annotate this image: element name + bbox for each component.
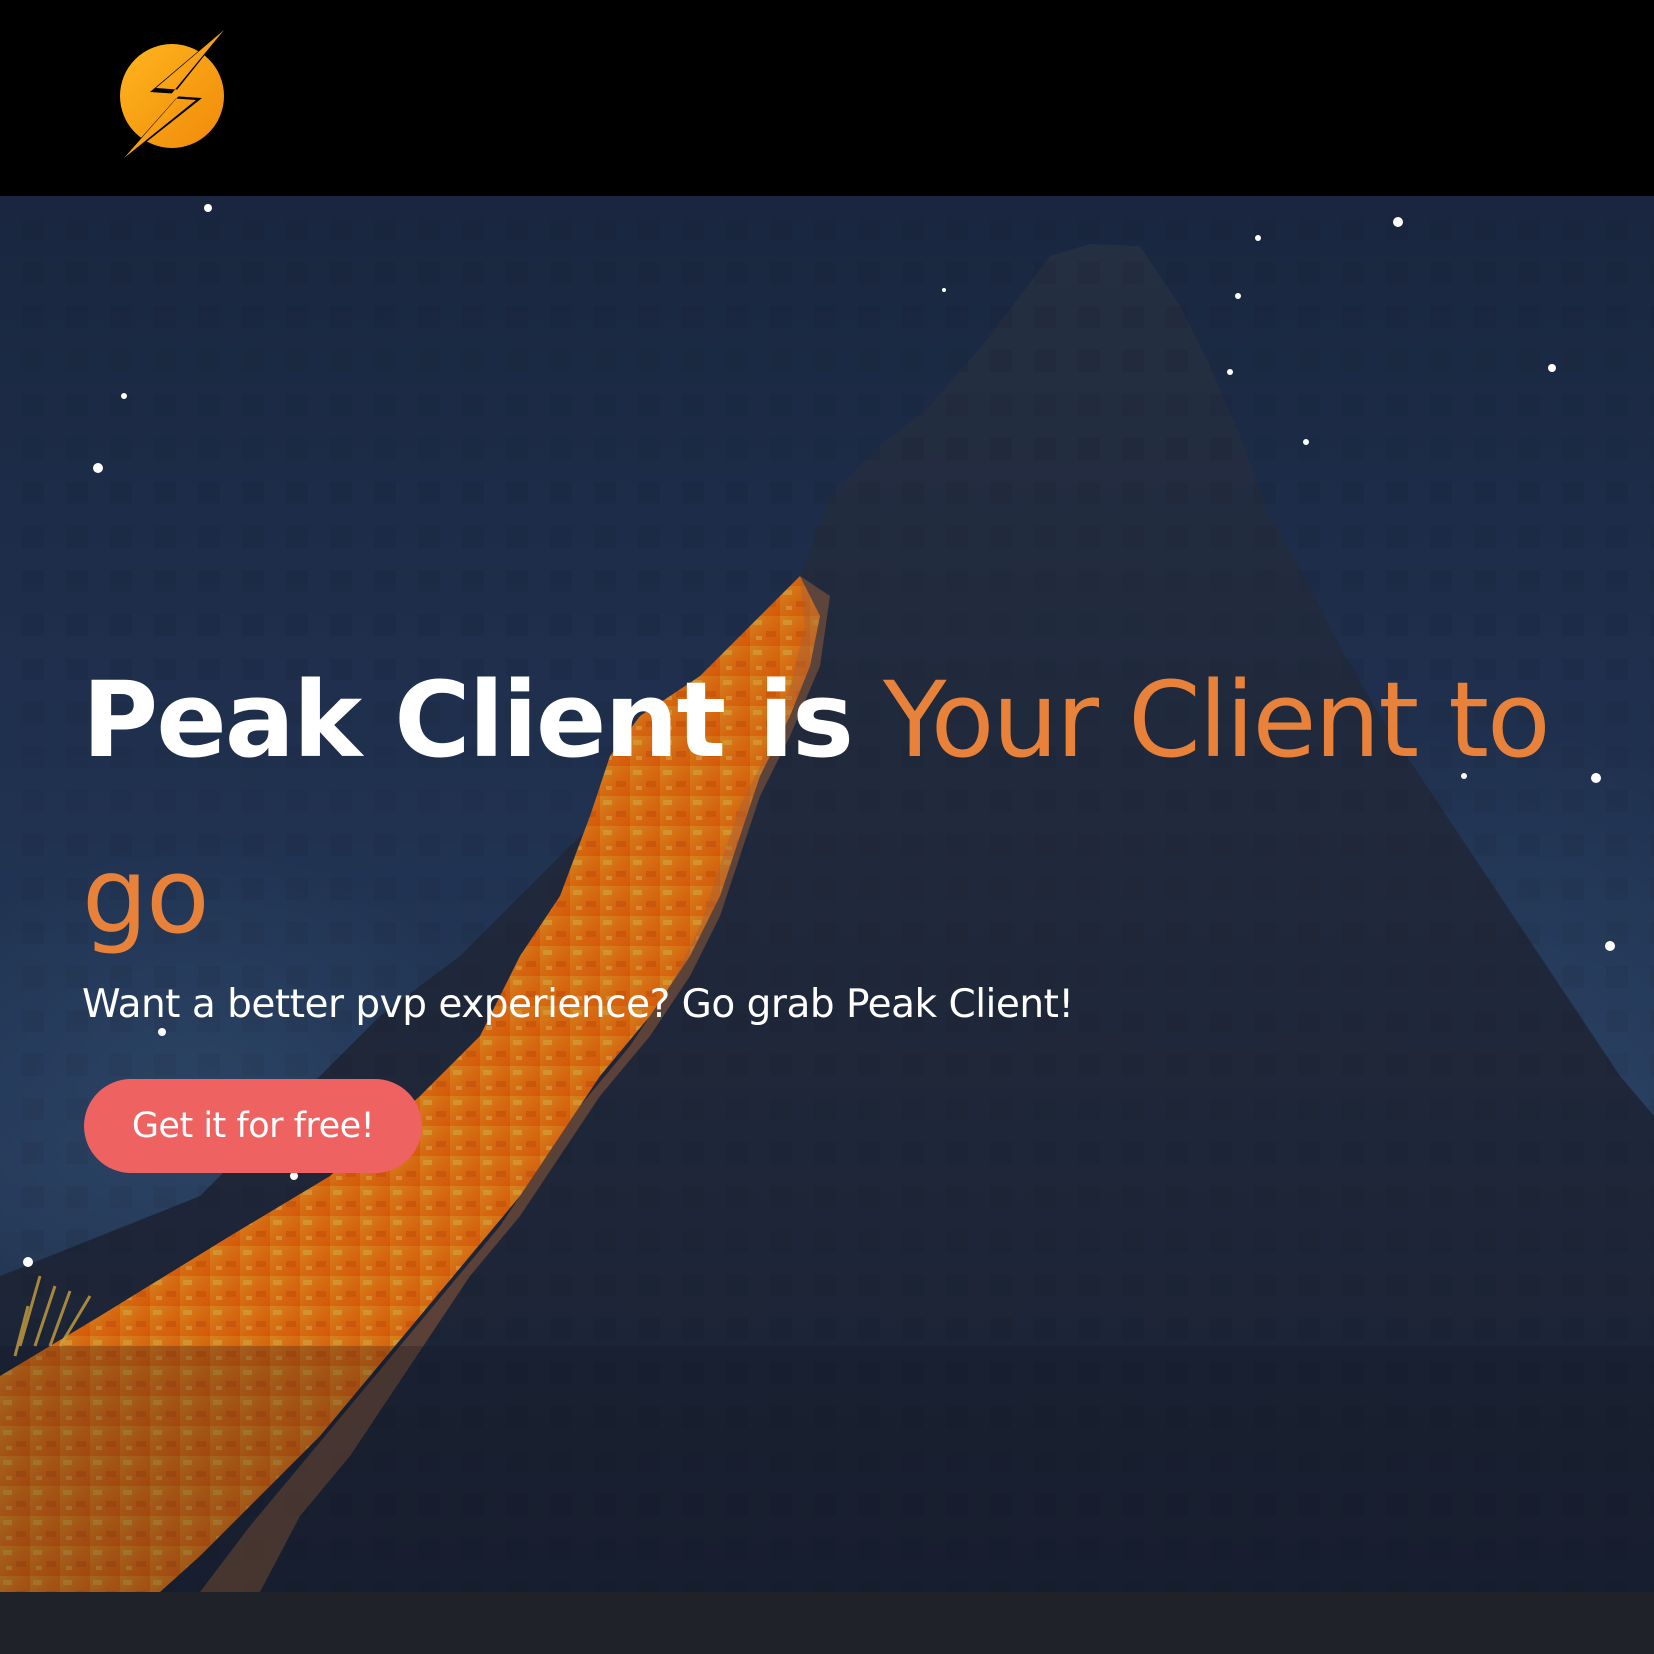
get-it-free-button[interactable]: Get it for free! xyxy=(84,1079,422,1173)
page: Peak Client is Your Client to go Want a … xyxy=(0,0,1654,1654)
hero-headline: Peak Client is Your Client to go xyxy=(82,632,1562,984)
top-navbar xyxy=(0,0,1654,196)
headline-white-part: Peak Client is xyxy=(82,659,854,781)
hero-subtext: Want a better pvp experience? Go grab Pe… xyxy=(82,982,1074,1027)
footer-strip xyxy=(0,1592,1654,1654)
lightning-bolt-logo-icon[interactable] xyxy=(110,22,238,170)
